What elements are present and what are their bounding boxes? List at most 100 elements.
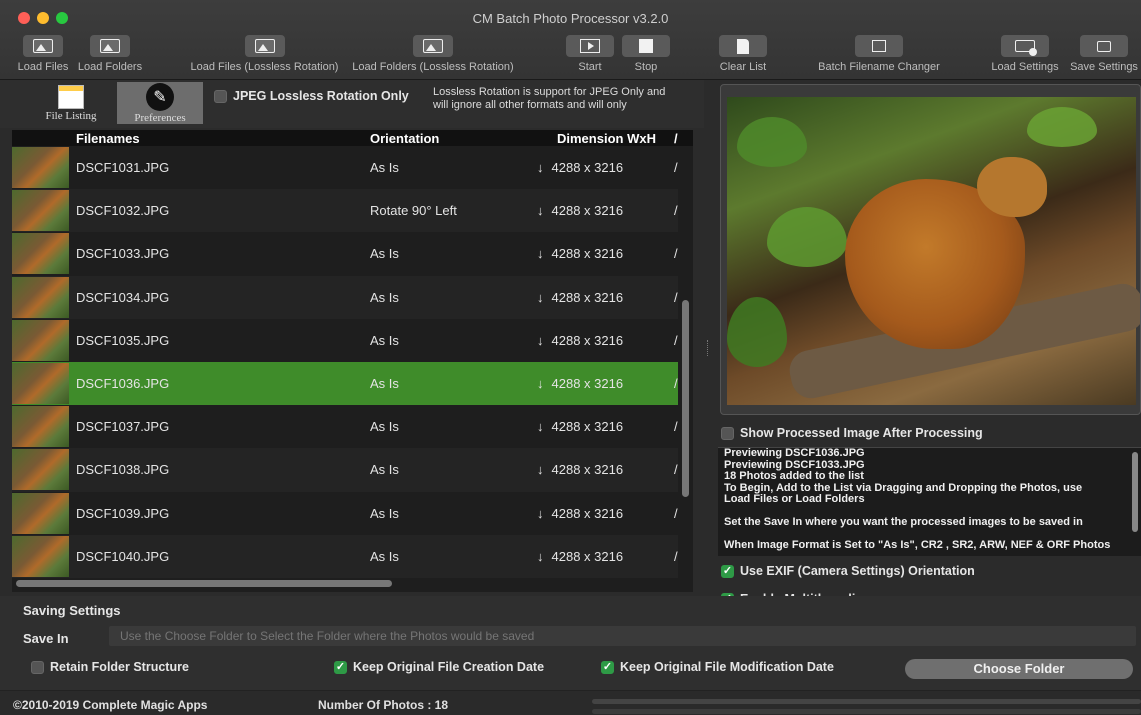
choose-folder-button[interactable]: Choose Folder (905, 659, 1133, 679)
checkbox-checked[interactable]: ✓ (334, 660, 347, 674)
photo-count: Number Of Photos : 18 (318, 698, 449, 712)
orientation-cell[interactable]: As Is (370, 290, 399, 305)
keep-creation-date-checkbox[interactable]: ✓ Keep Original File Creation Date (334, 660, 544, 674)
keep-modification-date-checkbox[interactable]: ✓ Keep Original File Modification Date (601, 660, 834, 674)
load-files-lossless-label: Load Files (Lossless Rotation) (190, 61, 339, 73)
header-dimension[interactable]: Dimension WxH (557, 131, 656, 146)
table-row[interactable]: DSCF1034.JPG As Is 4288 x 3216 / (12, 275, 678, 319)
load-folders-label: Load Folders (77, 61, 143, 73)
thumbnail (12, 276, 69, 318)
header-extra[interactable]: / (674, 131, 678, 146)
orientation-cell[interactable]: As Is (370, 333, 399, 348)
table-row[interactable]: DSCF1031.JPG As Is 4288 x 3216 / (12, 146, 678, 190)
extra-cell: / (674, 505, 678, 521)
save-settings-button[interactable]: Save Settings (1067, 35, 1141, 73)
jpeg-lossless-only-label: JPEG Lossless Rotation Only (233, 89, 409, 103)
saving-settings-title: Saving Settings (23, 603, 121, 618)
orientation-cell[interactable]: As Is (370, 160, 399, 175)
orientation-cell[interactable]: As Is (370, 506, 399, 521)
image-preview (720, 84, 1141, 415)
show-processed-label: Show Processed Image After Processing (740, 426, 983, 440)
table-vertical-scrollbar[interactable] (682, 300, 689, 497)
thumbnail (12, 492, 69, 534)
pane-splitter[interactable] (707, 340, 709, 356)
extra-cell: / (674, 419, 678, 435)
title-toolbar: CM Batch Photo Processor v3.2.0 Load Fil… (0, 0, 1141, 80)
log-line: 18 Photos added to the list (724, 470, 864, 482)
log-scrollbar[interactable] (1132, 452, 1138, 532)
table-row[interactable]: DSCF1035.JPG As Is 4288 x 3216 / (12, 318, 678, 362)
dimension-cell: 4288 x 3216 (537, 549, 624, 564)
checkbox-box[interactable] (721, 426, 734, 440)
clear-list-label: Clear List (719, 61, 767, 73)
orientation-cell[interactable]: As Is (370, 246, 399, 261)
filename-cell: DSCF1033.JPG (76, 246, 170, 262)
checkbox-checked[interactable]: ✓ (601, 660, 614, 674)
log-line: Set the Save In where you want the proce… (724, 516, 1083, 528)
clear-list-button[interactable]: Clear List (717, 35, 769, 73)
play-icon (580, 39, 600, 53)
orientation-cell[interactable]: As Is (370, 462, 399, 477)
thumbnail (12, 362, 69, 404)
tab-preferences[interactable]: ✎ Preferences (117, 82, 203, 124)
table-row-selected[interactable]: DSCF1036.JPG As Is 4288 x 3216 / (12, 361, 678, 406)
log-line: Load Files or Load Folders (724, 493, 865, 505)
show-processed-checkbox[interactable]: Show Processed Image After Processing (721, 426, 983, 440)
load-settings-button[interactable]: Load Settings (989, 35, 1061, 73)
table-row[interactable]: DSCF1038.JPG As Is 4288 x 3216 / (12, 448, 678, 492)
table-row[interactable]: DSCF1033.JPG As Is 4288 x 3216 / (12, 232, 678, 276)
load-folders-lossless-label: Load Folders (Lossless Rotation) (352, 61, 514, 73)
dimension-cell: 4288 x 3216 (537, 246, 624, 261)
filename-cell: DSCF1038.JPG (76, 462, 170, 478)
load-folders-button[interactable]: Load Folders (76, 35, 144, 73)
tab-file-listing[interactable]: File Listing (28, 82, 114, 124)
checkbox-box[interactable] (214, 89, 227, 103)
save-icon (1097, 40, 1111, 52)
orientation-cell[interactable]: Rotate 90° Left (370, 203, 457, 218)
tab-preferences-label: Preferences (134, 112, 186, 124)
stop-icon (639, 39, 653, 53)
dimension-cell: 4288 x 3216 (537, 160, 624, 175)
drive-icon (1015, 40, 1037, 56)
orientation-cell[interactable]: As Is (370, 376, 399, 391)
table-row[interactable]: DSCF1039.JPG As Is 4288 x 3216 / (12, 491, 678, 535)
table-row[interactable]: DSCF1040.JPG As Is 4288 x 3216 / (12, 534, 678, 578)
table-row[interactable]: DSCF1032.JPG Rotate 90° Left 4288 x 3216 / (12, 189, 678, 233)
batch-filename-changer-label: Batch Filename Changer (818, 61, 940, 73)
stop-button[interactable]: Stop (622, 35, 670, 73)
dimension-cell: 4288 x 3216 (537, 290, 624, 305)
load-files-button[interactable]: Load Files (16, 35, 70, 73)
dimension-cell: 4288 x 3216 (537, 333, 624, 348)
extra-cell: / (674, 332, 678, 348)
thumbnail (12, 190, 69, 232)
keep-modification-date-label: Keep Original File Modification Date (620, 660, 834, 674)
header-orientation[interactable]: Orientation (370, 131, 439, 146)
load-files-label: Load Files (17, 61, 69, 73)
wrench-icon: ✎ (146, 83, 174, 111)
orientation-cell[interactable]: As Is (370, 549, 399, 564)
table-row[interactable]: DSCF1037.JPG As Is 4288 x 3216 / (12, 405, 678, 449)
header-filenames[interactable]: Filenames (76, 131, 140, 146)
save-in-field[interactable] (109, 626, 1136, 646)
filename-cell: DSCF1031.JPG (76, 160, 170, 175)
load-files-lossless-button[interactable]: Load Files (Lossless Rotation) (187, 35, 342, 73)
checkbox-box[interactable] (31, 660, 44, 674)
load-folders-lossless-button[interactable]: Load Folders (Lossless Rotation) (349, 35, 517, 73)
image-icon (100, 39, 120, 53)
batch-filename-changer-button[interactable]: Batch Filename Changer (815, 35, 943, 73)
orientation-cell[interactable]: As Is (370, 419, 399, 434)
image-icon (33, 39, 53, 53)
save-settings-label: Save Settings (1070, 61, 1138, 73)
jpeg-lossless-only-checkbox[interactable]: JPEG Lossless Rotation Only (214, 89, 409, 103)
window-title: CM Batch Photo Processor v3.2.0 (472, 11, 669, 26)
retain-structure-checkbox[interactable]: Retain Folder Structure (31, 660, 189, 674)
filename-cell: DSCF1035.JPG (76, 332, 170, 348)
table-horizontal-scrollbar[interactable] (16, 580, 392, 587)
checkbox-checked[interactable]: ✓ (721, 564, 734, 578)
start-button[interactable]: Start (566, 35, 614, 73)
thumbnail (12, 147, 69, 188)
dimension-cell: 4288 x 3216 (537, 419, 624, 434)
use-exif-checkbox[interactable]: ✓ Use EXIF (Camera Settings) Orientation (721, 564, 975, 578)
thumbnail (12, 406, 69, 448)
dimension-cell: 4288 x 3216 (537, 203, 624, 218)
